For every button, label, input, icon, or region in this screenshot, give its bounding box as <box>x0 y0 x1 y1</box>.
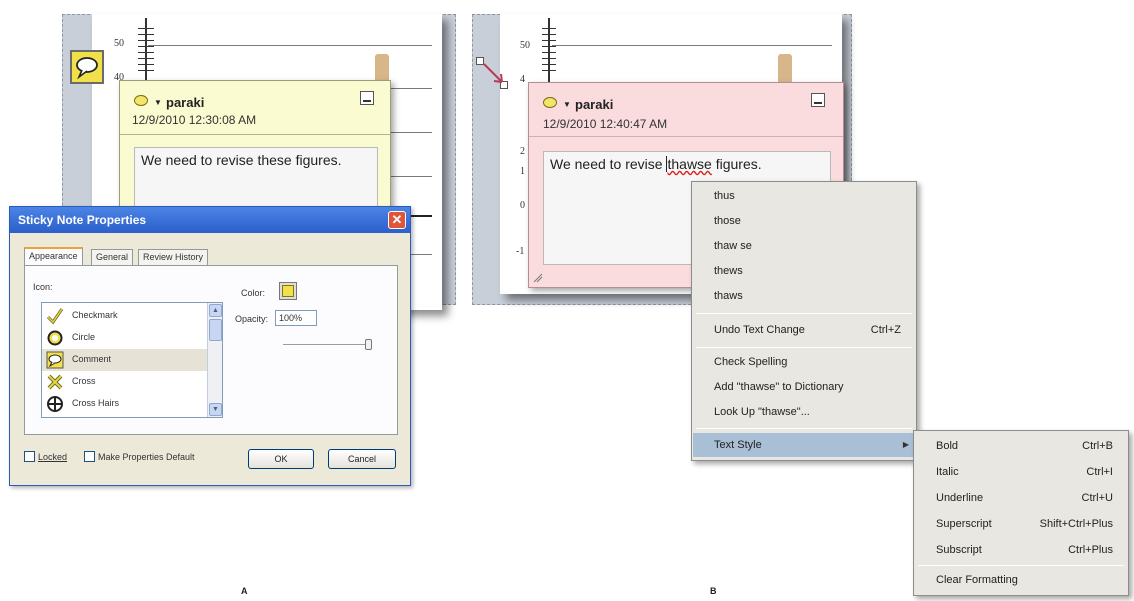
comment-icon[interactable] <box>543 97 557 108</box>
note-date: 12/9/2010 12:30:08 AM <box>132 113 257 127</box>
scroll-thumb[interactable] <box>209 319 222 341</box>
note-date: 12/9/2010 12:40:47 AM <box>543 117 668 131</box>
list-scrollbar[interactable]: ▲ ▼ <box>207 303 222 417</box>
tab-review-history[interactable]: Review History <box>138 249 209 265</box>
comment-icon <box>46 351 64 369</box>
color-swatch <box>282 285 294 297</box>
menu-item-check-spelling[interactable]: Check Spelling <box>693 350 915 374</box>
note-author: paraki <box>166 95 205 110</box>
menu-separator <box>696 347 912 348</box>
list-item[interactable]: Cross <box>42 371 207 393</box>
cross-icon <box>47 374 63 390</box>
y-label: 4 <box>520 74 525 85</box>
icon-label: Icon: <box>33 282 53 292</box>
submenu-arrow-icon: ▶ <box>902 440 909 449</box>
suggestion-item[interactable]: thaws <box>693 284 915 308</box>
text-style-submenu: Bold Ctrl+B Italic Ctrl+I Underline Ctrl… <box>913 430 1129 596</box>
misspelled-word[interactable]: thawse <box>666 156 712 172</box>
sticky-note-properties-dialog: Sticky Note Properties ✕ Appearance Gene… <box>9 206 411 486</box>
arrow-annotation-icon <box>483 63 503 83</box>
note-author: paraki <box>575 97 614 112</box>
locked-label[interactable]: Locked <box>38 452 67 462</box>
minimize-icon[interactable] <box>360 91 374 105</box>
menu-separator <box>696 428 912 429</box>
menu-item-superscript[interactable]: Superscript Shift+Ctrl+Plus <box>915 512 1127 536</box>
menu-item-look-up[interactable]: Look Up "thawse"... <box>693 400 915 424</box>
y-label: 50 <box>114 38 124 49</box>
dialog-title: Sticky Note Properties <box>10 207 410 233</box>
menu-item-subscript[interactable]: Subscript Ctrl+Plus <box>915 538 1127 562</box>
dropdown-caret-icon[interactable]: ▼ <box>563 100 571 109</box>
list-item[interactable]: Checkmark <box>42 305 207 327</box>
icon-list[interactable]: Checkmark Circle Comment Cross Cross Hai… <box>41 302 223 418</box>
y-label: 50 <box>520 40 530 51</box>
comment-note-icon[interactable] <box>70 50 104 84</box>
ok-button[interactable]: OK <box>248 449 314 469</box>
menu-item-clear-formatting[interactable]: Clear Formatting <box>915 568 1127 592</box>
menu-item-add-to-dictionary[interactable]: Add "thawse" to Dictionary <box>693 375 915 399</box>
dropdown-caret-icon[interactable]: ▼ <box>154 98 162 107</box>
make-default-label[interactable]: Make Properties Default <box>98 452 195 462</box>
minimize-icon[interactable] <box>811 93 825 107</box>
opacity-slider-thumb[interactable] <box>365 339 372 350</box>
y-label: 1 <box>520 166 525 177</box>
suggestion-item[interactable]: thaw se <box>693 234 915 258</box>
figure-caption-a: A <box>241 586 248 596</box>
make-default-checkbox[interactable] <box>84 451 95 462</box>
locked-checkbox[interactable] <box>24 451 35 462</box>
menu-separator <box>696 313 912 314</box>
menu-item-text-style[interactable]: Text Style ▶ <box>693 433 915 457</box>
figure-caption-b: B <box>710 586 717 596</box>
opacity-label: Opacity: <box>235 314 269 324</box>
scroll-down-icon[interactable]: ▼ <box>209 403 222 416</box>
menu-item-underline[interactable]: Underline Ctrl+U <box>915 486 1127 510</box>
menu-item-bold[interactable]: Bold Ctrl+B <box>915 434 1127 458</box>
tab-appearance[interactable]: Appearance <box>24 247 83 265</box>
list-item[interactable]: Circle <box>42 327 207 349</box>
suggestion-item[interactable]: thews <box>693 259 915 283</box>
opacity-input[interactable]: 100% <box>275 310 317 326</box>
cross-hairs-icon <box>47 396 63 412</box>
suggestion-item[interactable]: those <box>693 209 915 233</box>
appearance-panel: Icon: Checkmark Circle Comment Cross Cro… <box>24 265 398 435</box>
tab-general[interactable]: General <box>91 249 134 265</box>
suggestion-item[interactable]: thus <box>693 184 915 208</box>
menu-item-italic[interactable]: Italic Ctrl+I <box>915 460 1127 484</box>
comment-icon[interactable] <box>134 95 148 106</box>
menu-separator <box>918 565 1124 566</box>
color-picker-button[interactable] <box>279 282 297 300</box>
circle-icon <box>47 330 63 346</box>
y-label: 0 <box>520 200 525 211</box>
opacity-slider-track[interactable] <box>283 344 369 346</box>
close-icon[interactable]: ✕ <box>388 211 406 229</box>
resize-grip-icon[interactable] <box>533 273 543 283</box>
speech-bubble-icon <box>76 57 98 80</box>
menu-item-undo[interactable]: Undo Text Change Ctrl+Z <box>693 318 915 342</box>
list-item-selected[interactable]: Comment <box>42 349 207 371</box>
list-item[interactable]: Cross Hairs <box>42 393 207 415</box>
cancel-button[interactable]: Cancel <box>328 449 396 469</box>
color-label: Color: <box>241 288 266 298</box>
y-label: -1 <box>516 246 525 257</box>
checkmark-icon <box>46 308 64 325</box>
undo-shortcut: Ctrl+Z <box>870 324 901 336</box>
scroll-up-icon[interactable]: ▲ <box>209 304 222 317</box>
y-label: 2 <box>520 146 525 157</box>
context-menu: thus those thaw se thews thaws Undo Text… <box>691 181 917 461</box>
